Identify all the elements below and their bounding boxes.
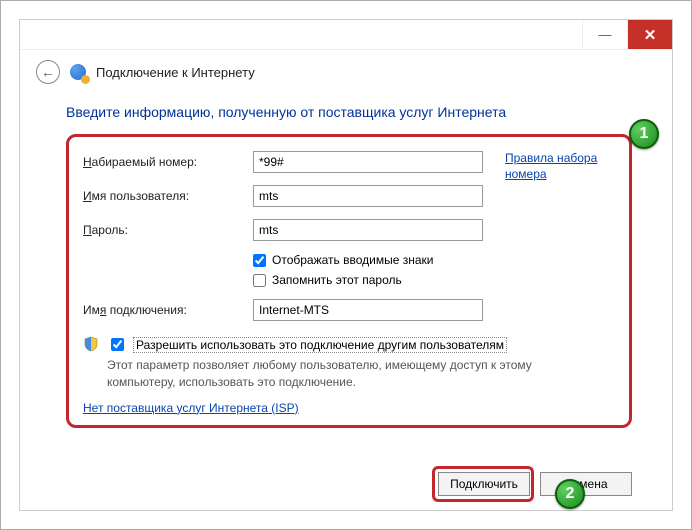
remember-checkbox[interactable] [253, 274, 266, 287]
allow-others-row: Разрешить использовать это подключение д… [107, 335, 587, 354]
wizard-window: — ✕ ← Подключение к Интернету Введите ин… [0, 0, 692, 530]
annotation-badge-2: 2 [555, 479, 585, 509]
share-block: Разрешить использовать это подключение д… [83, 335, 615, 391]
username-input[interactable] [253, 185, 483, 207]
form-highlight-area: Правила набора номера Набираемый номер: … [66, 134, 632, 428]
label-conn-name: Имя подключения: [83, 303, 253, 317]
show-chars-checkbox[interactable] [253, 254, 266, 267]
remember-row: Запомнить этот пароль [253, 273, 615, 287]
no-isp-link[interactable]: Нет поставщика услуг Интернета (ISP) [83, 401, 615, 415]
footer-buttons: Подключить Отмена [438, 472, 632, 496]
cancel-button[interactable]: Отмена [540, 472, 632, 496]
allow-others-checkbox[interactable] [111, 338, 124, 351]
inner-frame: — ✕ ← Подключение к Интернету Введите ин… [19, 19, 673, 511]
row-username: Имя пользователя: [83, 185, 615, 207]
row-password: Пароль: [83, 219, 615, 241]
label-password: Пароль: [83, 223, 253, 237]
shield-icon [83, 336, 99, 352]
show-chars-label: Отображать вводимые знаки [272, 253, 433, 267]
allow-others-label: Разрешить использовать это подключение д… [133, 337, 507, 353]
row-conn-name: Имя подключения: [83, 299, 615, 321]
window-title: Подключение к Интернету [96, 65, 255, 80]
header: ← Подключение к Интернету [20, 50, 672, 98]
connect-button[interactable]: Подключить [438, 472, 530, 496]
globe-icon [70, 64, 86, 80]
label-dial-number: Набираемый номер: [83, 155, 253, 169]
label-username: Имя пользователя: [83, 189, 253, 203]
remember-label: Запомнить этот пароль [272, 273, 402, 287]
back-button[interactable]: ← [36, 60, 60, 84]
password-input[interactable] [253, 219, 483, 241]
annotation-badge-1: 1 [629, 119, 659, 149]
dial-rules-link[interactable]: Правила набора номера [505, 151, 615, 182]
allow-others-description: Этот параметр позволяет любому пользоват… [107, 357, 587, 391]
conn-name-input[interactable] [253, 299, 483, 321]
titlebar: — ✕ [20, 20, 672, 50]
close-button[interactable]: ✕ [627, 20, 672, 49]
show-chars-row: Отображать вводимые знаки [253, 253, 615, 267]
minimize-button[interactable]: — [582, 20, 627, 49]
dial-number-input[interactable] [253, 151, 483, 173]
content-area: Введите информацию, полученную от постав… [20, 104, 672, 428]
instruction-text: Введите информацию, полученную от постав… [66, 104, 632, 120]
